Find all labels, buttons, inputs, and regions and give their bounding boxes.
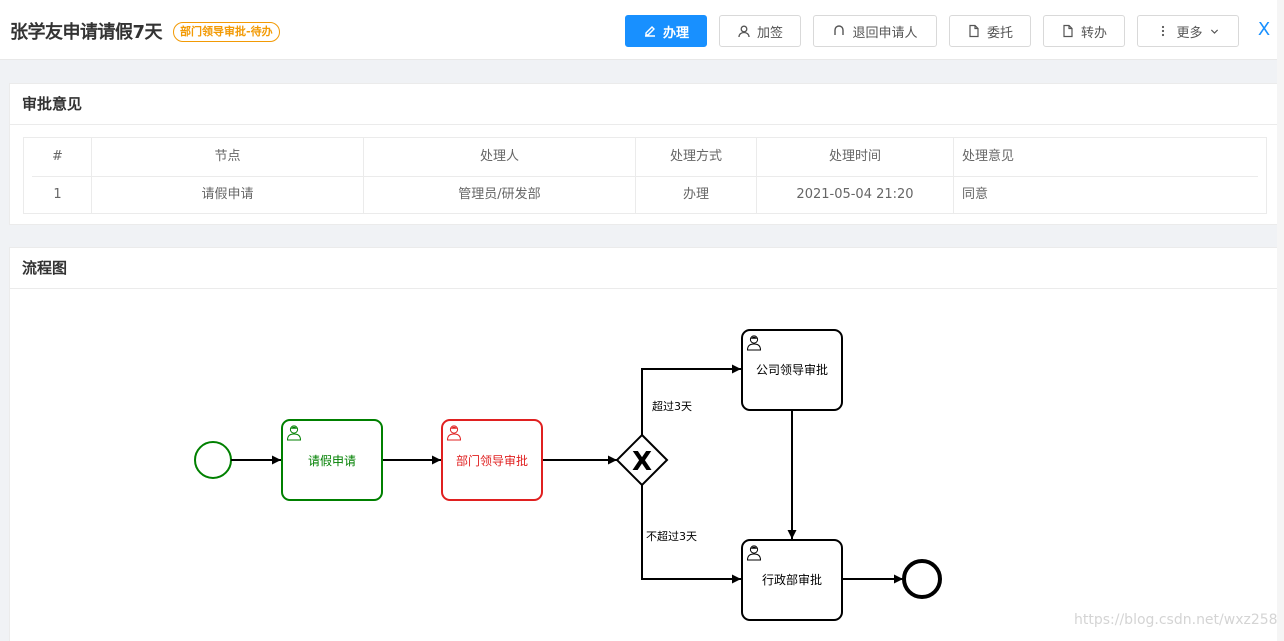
task-leave-apply[interactable]: 请假申请 bbox=[281, 419, 383, 501]
task-label: 部门领导审批 bbox=[456, 453, 528, 468]
transfer-button-label: 转办 bbox=[1080, 24, 1107, 40]
table-header-row: # 节点 处理人 处理方式 处理时间 处理意见 bbox=[24, 138, 1266, 176]
condition-label-over: 超过3天 bbox=[652, 399, 692, 413]
delegate-button[interactable]: 委托 bbox=[949, 15, 1031, 47]
end-event[interactable] bbox=[902, 559, 942, 599]
page-header: 张学友申请请假7天 部门领导审批-待办 办理 加签 退回申请人 委托 转办 更多… bbox=[0, 0, 1284, 60]
more-button-label: 更多 bbox=[1176, 24, 1203, 40]
table-cell: 同意 bbox=[962, 187, 989, 202]
task-label: 行政部审批 bbox=[762, 572, 822, 587]
table-row: 1 请假申请 管理员/研发部 办理 2021-05-04 21:20 同意 bbox=[24, 176, 1266, 214]
task-label: 公司领导审批 bbox=[756, 362, 828, 377]
column-header: 处理方式 bbox=[636, 138, 757, 176]
document-icon bbox=[1063, 24, 1073, 38]
approval-panel: 审批意见 # 节点 处理人 处理方式 处理时间 处理意见 1 请假申请 管理员/… bbox=[9, 83, 1279, 225]
approval-table: # 节点 处理人 处理方式 处理时间 处理意见 1 请假申请 管理员/研发部 办… bbox=[23, 137, 1267, 214]
column-header: 节点 bbox=[92, 138, 364, 176]
return-applicant-button-label: 退回申请人 bbox=[852, 24, 918, 40]
column-header: 处理意见 bbox=[962, 149, 1015, 164]
task-admin-approval[interactable]: 行政部审批 bbox=[741, 539, 843, 621]
chevron-down-icon bbox=[1210, 29, 1218, 34]
exclusive-gateway[interactable]: X bbox=[615, 433, 669, 487]
close-icon[interactable]: X bbox=[1256, 20, 1272, 40]
handle-button[interactable]: 办理 bbox=[625, 15, 707, 47]
handle-button-label: 办理 bbox=[662, 24, 689, 40]
column-header: 处理时间 bbox=[757, 138, 954, 176]
flow-panel-title: 流程图 bbox=[10, 248, 1278, 289]
add-sign-button[interactable]: 加签 bbox=[719, 15, 801, 47]
condition-label-under: 不超过3天 bbox=[646, 529, 697, 543]
table-cell: 办理 bbox=[636, 176, 757, 214]
task-dept-approval[interactable]: 部门领导审批 bbox=[441, 419, 543, 501]
user-icon bbox=[738, 25, 750, 38]
watermark: https://blog.csdn.net/wxz258 bbox=[1074, 612, 1278, 628]
column-header: # bbox=[24, 138, 92, 176]
table-cell: 2021-05-04 21:20 bbox=[757, 176, 954, 214]
table-cell: 管理员/研发部 bbox=[364, 176, 636, 214]
more-button[interactable]: 更多 bbox=[1137, 15, 1239, 47]
scrollbar[interactable] bbox=[1277, 0, 1284, 641]
more-icon bbox=[1162, 25, 1165, 37]
table-cell: 请假申请 bbox=[92, 176, 364, 214]
add-sign-button-label: 加签 bbox=[756, 24, 783, 40]
edit-icon bbox=[644, 26, 655, 37]
page-title: 张学友申请请假7天 bbox=[10, 22, 163, 43]
status-badge: 部门领导审批-待办 bbox=[173, 22, 280, 42]
transfer-button[interactable]: 转办 bbox=[1043, 15, 1125, 47]
return-applicant-button[interactable]: 退回申请人 bbox=[813, 15, 937, 47]
flow-diagram: 请假申请 部门领导审批 X 超过3天 不超过3天 公司领导审批 行政部审批 bbox=[194, 329, 942, 621]
undo-icon bbox=[834, 25, 845, 35]
document-icon bbox=[969, 24, 979, 38]
start-event[interactable] bbox=[194, 441, 232, 479]
gateway-x-icon: X bbox=[632, 447, 652, 477]
delegate-button-label: 委托 bbox=[986, 24, 1013, 40]
approval-panel-title: 审批意见 bbox=[10, 84, 1278, 125]
task-company-approval[interactable]: 公司领导审批 bbox=[741, 329, 843, 411]
task-label: 请假申请 bbox=[308, 454, 356, 468]
column-header: 处理人 bbox=[364, 138, 636, 176]
table-cell: 1 bbox=[24, 176, 92, 214]
